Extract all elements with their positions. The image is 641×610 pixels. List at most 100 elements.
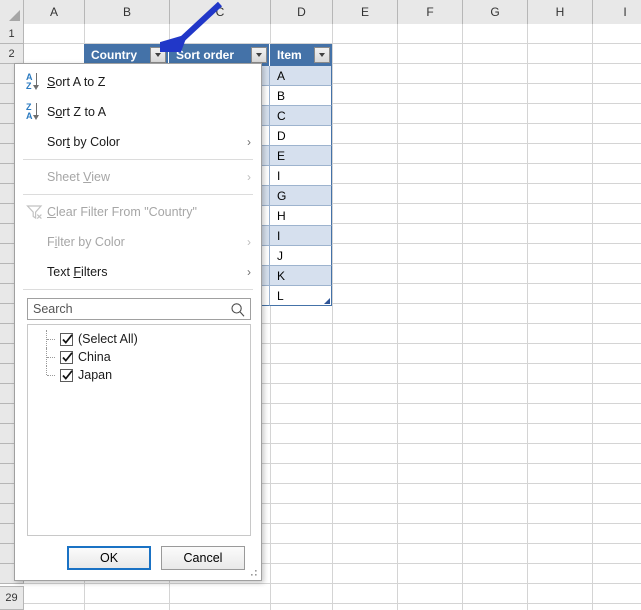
grid-cell[interactable]	[333, 24, 398, 44]
grid-cell[interactable]	[398, 204, 463, 224]
grid-cell[interactable]	[333, 524, 398, 544]
grid-cell[interactable]	[398, 64, 463, 84]
filter-button-item[interactable]	[314, 47, 330, 63]
grid-cell[interactable]	[463, 144, 528, 164]
grid-cell[interactable]	[593, 64, 641, 84]
grid-cell[interactable]	[593, 564, 641, 584]
grid-cell[interactable]	[398, 104, 463, 124]
grid-cell[interactable]	[271, 364, 333, 384]
grid-cell[interactable]	[333, 164, 398, 184]
grid-cell[interactable]	[528, 584, 593, 604]
column-header-c[interactable]: C	[170, 0, 271, 24]
grid-cell[interactable]	[271, 604, 333, 610]
grid-cell[interactable]	[528, 224, 593, 244]
grid-cell[interactable]	[333, 564, 398, 584]
grid-cell[interactable]	[24, 584, 85, 604]
grid-cell[interactable]	[528, 144, 593, 164]
grid-cell[interactable]	[398, 504, 463, 524]
grid-cell[interactable]	[271, 584, 333, 604]
grid-cell[interactable]	[593, 444, 641, 464]
grid-cell[interactable]	[463, 44, 528, 64]
grid-cell[interactable]	[333, 144, 398, 164]
grid-cell[interactable]	[398, 264, 463, 284]
row-header-1[interactable]: 1	[0, 24, 24, 44]
grid-cell[interactable]	[333, 404, 398, 424]
grid-cell[interactable]	[593, 604, 641, 610]
grid-cell[interactable]	[593, 424, 641, 444]
grid-cell[interactable]	[398, 44, 463, 64]
grid-cell[interactable]	[528, 24, 593, 44]
grid-cell[interactable]	[528, 104, 593, 124]
grid-cell[interactable]	[463, 264, 528, 284]
grid-cell[interactable]	[24, 604, 85, 610]
grid-cell[interactable]	[593, 204, 641, 224]
grid-cell[interactable]	[463, 584, 528, 604]
search-box[interactable]	[27, 298, 251, 320]
grid-cell[interactable]	[24, 44, 85, 64]
grid-cell[interactable]	[593, 284, 641, 304]
column-header-i[interactable]: I	[593, 0, 641, 24]
grid-cell[interactable]	[528, 504, 593, 524]
grid-cell[interactable]	[398, 284, 463, 304]
table-cell-item[interactable]: I	[270, 166, 332, 186]
grid-cell[interactable]	[528, 364, 593, 384]
grid-cell[interactable]	[333, 384, 398, 404]
grid-cell[interactable]	[398, 364, 463, 384]
grid-cell[interactable]	[271, 444, 333, 464]
grid-cell[interactable]	[170, 24, 271, 44]
grid-cell[interactable]	[593, 244, 641, 264]
grid-cell[interactable]	[271, 544, 333, 564]
grid-cell[interactable]	[528, 464, 593, 484]
grid-cell[interactable]	[463, 84, 528, 104]
grid-cell[interactable]	[463, 404, 528, 424]
grid-cell[interactable]	[333, 124, 398, 144]
filter-value-item[interactable]: China	[28, 348, 250, 366]
grid-cell[interactable]	[463, 64, 528, 84]
grid-cell[interactable]	[463, 484, 528, 504]
grid-cell[interactable]	[333, 364, 398, 384]
grid-cell[interactable]	[271, 564, 333, 584]
grid-cell[interactable]	[398, 224, 463, 244]
grid-cell[interactable]	[528, 484, 593, 504]
grid-cell[interactable]	[271, 24, 333, 44]
table-cell-item[interactable]: J	[270, 246, 332, 266]
grid-cell[interactable]	[333, 304, 398, 324]
table-cell-item[interactable]: H	[270, 206, 332, 226]
table-cell-item[interactable]: K	[270, 266, 332, 286]
grid-cell[interactable]	[333, 324, 398, 344]
grid-cell[interactable]	[593, 124, 641, 144]
grid-cell[interactable]	[528, 564, 593, 584]
grid-cell[interactable]	[398, 144, 463, 164]
grid-cell[interactable]	[528, 204, 593, 224]
search-input[interactable]	[28, 299, 250, 319]
grid-cell[interactable]	[528, 164, 593, 184]
grid-cell[interactable]	[398, 604, 463, 610]
grid-cell[interactable]	[463, 464, 528, 484]
table-cell-item[interactable]: B	[270, 86, 332, 106]
grid-cell[interactable]	[463, 544, 528, 564]
grid-cell[interactable]	[333, 464, 398, 484]
table-cell-item[interactable]: L	[270, 286, 332, 306]
column-header-d[interactable]: D	[271, 0, 333, 24]
grid-cell[interactable]	[398, 384, 463, 404]
grid-cell[interactable]	[333, 44, 398, 64]
grid-cell[interactable]	[528, 184, 593, 204]
grid-cell[interactable]	[333, 64, 398, 84]
table-resize-handle-icon[interactable]	[324, 298, 330, 304]
menu-item-sort-z-to-a[interactable]: ZA Sort Z to A	[15, 97, 261, 127]
grid-cell[interactable]	[271, 464, 333, 484]
grid-cell[interactable]	[528, 244, 593, 264]
grid-cell[interactable]	[333, 264, 398, 284]
checkbox[interactable]	[60, 368, 73, 382]
grid-cell[interactable]	[593, 304, 641, 324]
grid-cell[interactable]	[271, 424, 333, 444]
grid-cell[interactable]	[528, 424, 593, 444]
grid-cell[interactable]	[593, 404, 641, 424]
grid-cell[interactable]	[398, 184, 463, 204]
table-cell-item[interactable]: G	[270, 186, 332, 206]
grid-cell[interactable]	[593, 84, 641, 104]
grid-cell[interactable]	[528, 444, 593, 464]
grid-cell[interactable]	[528, 264, 593, 284]
grid-cell[interactable]	[528, 344, 593, 364]
grid-cell[interactable]	[593, 24, 641, 44]
